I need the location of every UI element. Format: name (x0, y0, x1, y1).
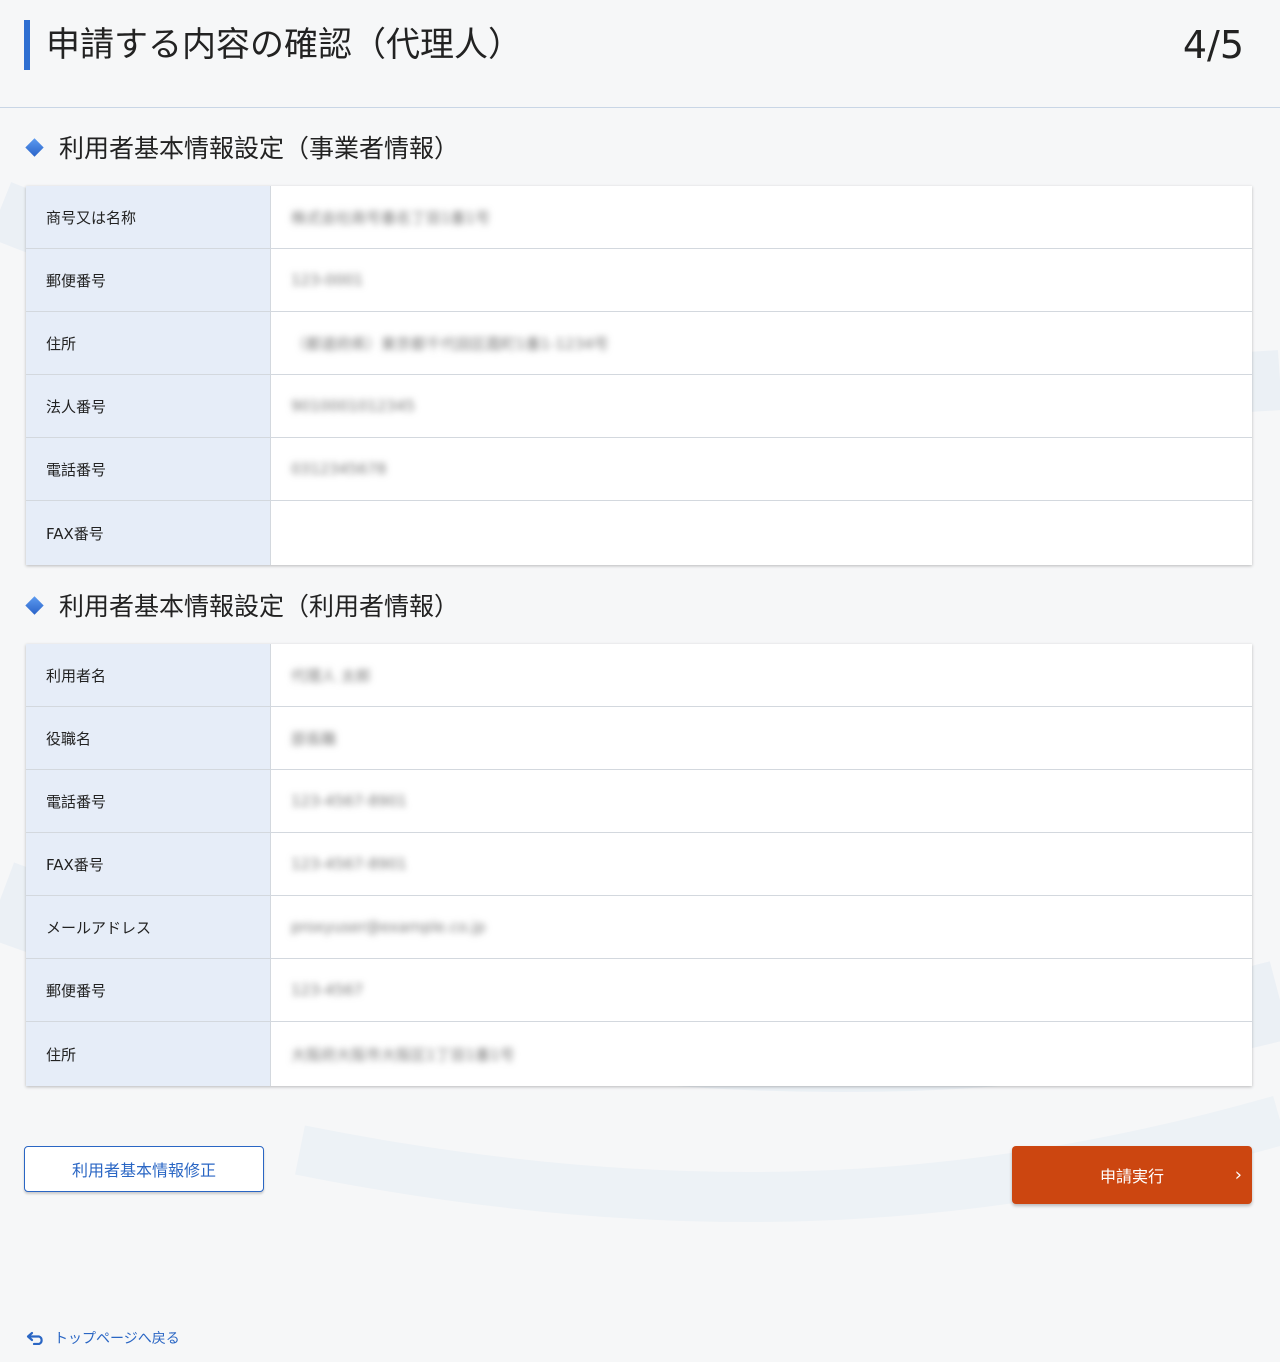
row-label: 住所 (26, 1022, 271, 1086)
row-label: メールアドレス (26, 896, 271, 958)
back-to-top-link-label: トップページへ戻る (54, 1331, 180, 1347)
table-row: 電話番号 0312345678 (26, 438, 1252, 501)
row-label: 電話番号 (26, 770, 271, 832)
page-header: 申請する内容の確認（代理人） 4/5 (0, 0, 1280, 108)
business-info-table: 商号又は名称 株式会社商号番名丁目1番1号 郵便番号 123-0001 住所 （… (26, 186, 1252, 565)
table-row: メールアドレス proxyuser@example.co.jp (26, 896, 1252, 959)
row-label: 商号又は名称 (26, 186, 271, 248)
table-row: FAX番号 (26, 501, 1252, 565)
table-row: FAX番号 123-4567-8901 (26, 833, 1252, 896)
row-value: 部長職 (291, 729, 337, 748)
row-label: FAX番号 (26, 501, 271, 565)
user-info-table: 利用者名 代理人 太郎 役職名 部長職 電話番号 123-4567-8901 F… (26, 644, 1252, 1086)
row-value: 123-4567 (291, 981, 364, 999)
section-title-user: 利用者基本情報設定（利用者情報） (24, 589, 459, 621)
chevron-right-icon: › (1234, 1164, 1242, 1186)
row-value: 123-0001 (291, 271, 364, 289)
table-row: 郵便番号 123-4567 (26, 959, 1252, 1022)
section-title-text: 利用者基本情報設定（事業者情報） (59, 134, 460, 163)
row-label: 電話番号 (26, 438, 271, 500)
table-row: 住所 大阪府大阪市大阪区1丁目1番1号 (26, 1022, 1252, 1086)
diamond-bullet-icon (25, 595, 44, 615)
edit-user-info-button[interactable]: 利用者基本情報修正 (24, 1146, 264, 1192)
row-value: 9010001012345 (291, 397, 416, 415)
back-to-top-link[interactable]: トップページへ戻る (26, 1328, 180, 1348)
return-arrow-icon (26, 1331, 43, 1345)
row-value: proxyuser@example.co.jp (291, 918, 486, 936)
row-value: 株式会社商号番名丁目1番1号 (291, 208, 491, 227)
table-row: 利用者名 代理人 太郎 (26, 644, 1252, 707)
page-title: 申請する内容の確認（代理人） (46, 25, 522, 65)
row-value: 0312345678 (291, 460, 387, 478)
row-label: 役職名 (26, 707, 271, 769)
table-row: 郵便番号 123-0001 (26, 249, 1252, 312)
row-label: 住所 (26, 312, 271, 374)
table-row: 電話番号 123-4567-8901 (26, 770, 1252, 833)
row-label: FAX番号 (26, 833, 271, 895)
table-row: 住所 （都道府県）東京都千代田区霞町1番1-1234号 (26, 312, 1252, 375)
row-label: 郵便番号 (26, 959, 271, 1021)
section-title-business: 利用者基本情報設定（事業者情報） (24, 131, 459, 163)
table-row: 商号又は名称 株式会社商号番名丁目1番1号 (26, 186, 1252, 249)
row-value: 123-4567-8901 (291, 792, 407, 810)
step-indicator: 4/5 (1182, 23, 1244, 67)
row-value: （都道府県）東京都千代田区霞町1番1-1234号 (291, 334, 609, 353)
title-accent-bar (24, 20, 30, 70)
section-title-text: 利用者基本情報設定（利用者情報） (59, 592, 460, 621)
edit-user-info-button-label: 利用者基本情報修正 (71, 1161, 216, 1180)
row-label: 郵便番号 (26, 249, 271, 311)
table-row: 役職名 部長職 (26, 707, 1252, 770)
row-value: 代理人 太郎 (291, 666, 371, 685)
submit-application-button[interactable]: 申請実行 › (1012, 1146, 1252, 1204)
page: 申請する内容の確認（代理人） 4/5 利用者基本情報設定（事業者情報） 商号又は… (0, 0, 1280, 1362)
submit-application-button-label: 申請実行 (1099, 1167, 1164, 1186)
row-value: 大阪府大阪市大阪区1丁目1番1号 (291, 1045, 515, 1064)
row-value: 123-4567-8901 (291, 855, 407, 873)
diamond-bullet-icon (25, 137, 44, 157)
row-label: 利用者名 (26, 644, 271, 706)
row-label: 法人番号 (26, 375, 271, 437)
table-row: 法人番号 9010001012345 (26, 375, 1252, 438)
